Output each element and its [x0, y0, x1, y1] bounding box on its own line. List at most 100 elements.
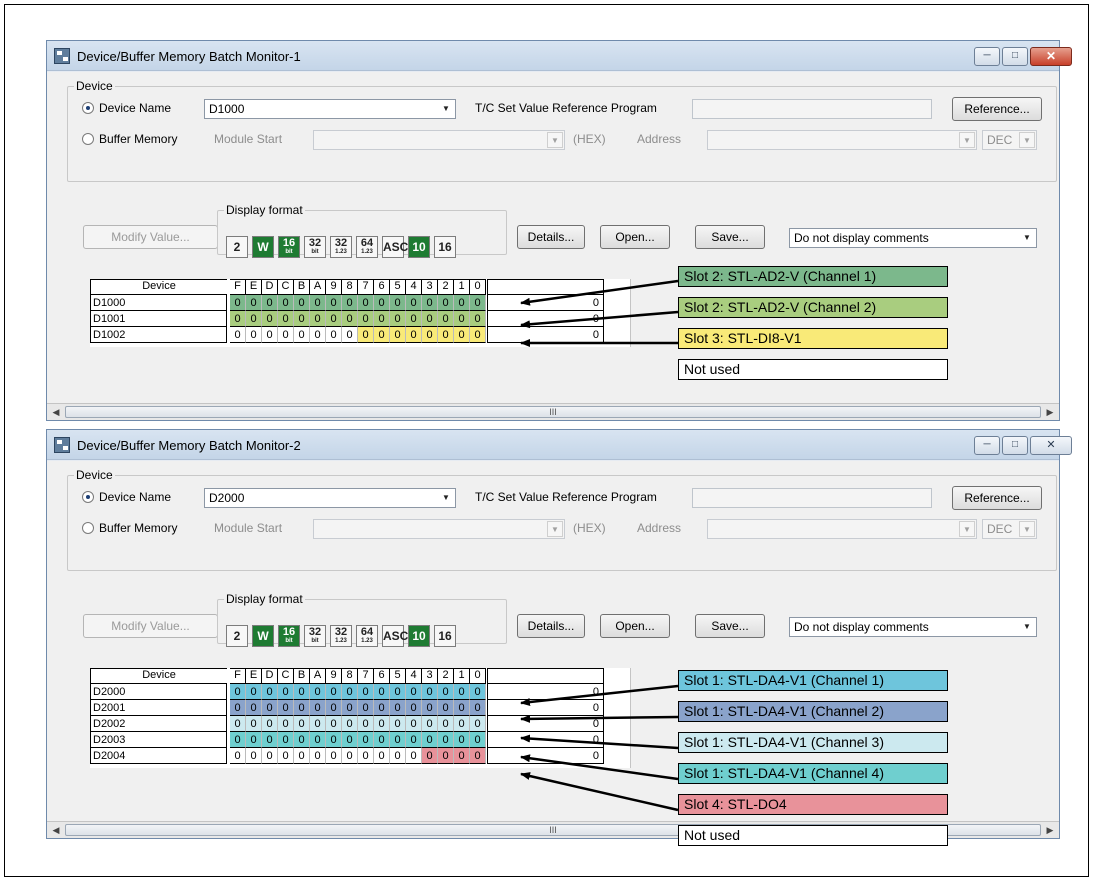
bit-cell[interactable]: 0 — [406, 716, 422, 732]
format-button[interactable]: 16 — [434, 625, 456, 647]
bit-cell[interactable]: 0 — [438, 295, 454, 311]
bit-cell[interactable]: 0 — [406, 327, 422, 343]
bit-cell[interactable]: 0 — [278, 327, 294, 343]
maximize-button[interactable]: □ — [1002, 47, 1028, 66]
format-button[interactable]: W — [252, 236, 274, 258]
bit-cell[interactable]: 0 — [358, 700, 374, 716]
bit-cell[interactable]: 0 — [374, 748, 390, 764]
bit-cell[interactable]: 0 — [422, 748, 438, 764]
bit-cell[interactable]: 0 — [406, 732, 422, 748]
format-button[interactable]: 10 — [408, 625, 430, 647]
bit-cell[interactable]: 0 — [294, 684, 310, 700]
bit-cell[interactable]: 0 — [438, 700, 454, 716]
chevron-down-icon[interactable]: ▼ — [1019, 230, 1035, 246]
chevron-down-icon[interactable]: ▼ — [1019, 521, 1035, 537]
bit-cell[interactable]: 0 — [454, 311, 470, 327]
bit-cell[interactable]: 0 — [294, 748, 310, 764]
bit-cell[interactable]: 0 — [374, 311, 390, 327]
bit-cell[interactable]: 0 — [278, 716, 294, 732]
format-button[interactable]: 64 1.23 — [356, 625, 378, 647]
bit-cell[interactable]: 0 — [230, 732, 246, 748]
chevron-down-icon[interactable]: ▼ — [959, 521, 975, 537]
bit-cell[interactable]: 0 — [406, 295, 422, 311]
bit-cell[interactable]: 0 — [246, 311, 262, 327]
comments-combo[interactable]: Do not display comments ▼ — [789, 617, 1037, 637]
bit-cell[interactable]: 0 — [278, 295, 294, 311]
close-button[interactable]: ✕ — [1030, 436, 1072, 455]
bit-cell[interactable]: 0 — [422, 700, 438, 716]
minimize-button[interactable]: ─ — [974, 436, 1000, 455]
bit-cell[interactable]: 0 — [278, 684, 294, 700]
bit-cell[interactable]: 0 — [422, 311, 438, 327]
bit-cell[interactable]: 0 — [326, 700, 342, 716]
bit-cell[interactable]: 0 — [374, 700, 390, 716]
chevron-down-icon[interactable]: ▼ — [959, 132, 975, 148]
bit-cell[interactable]: 0 — [390, 700, 406, 716]
bit-cell[interactable]: 0 — [438, 732, 454, 748]
bit-cell[interactable]: 0 — [246, 700, 262, 716]
bit-cell[interactable]: 0 — [358, 311, 374, 327]
bit-cell[interactable]: 0 — [342, 732, 358, 748]
bit-cell[interactable]: 0 — [326, 716, 342, 732]
table-row-value[interactable]: 0 — [487, 311, 604, 327]
bit-cell[interactable]: 0 — [310, 295, 326, 311]
address-combo[interactable]: ▼ — [707, 130, 977, 150]
module-start-combo[interactable]: ▼ — [313, 130, 565, 150]
bit-cell[interactable]: 0 — [262, 748, 278, 764]
bit-cell[interactable]: 0 — [422, 295, 438, 311]
buffer-memory-radio[interactable] — [82, 133, 94, 145]
bit-cell[interactable]: 0 — [406, 311, 422, 327]
device-name-radio[interactable] — [82, 102, 94, 114]
bit-cell[interactable]: 0 — [470, 732, 486, 748]
bit-cell[interactable]: 0 — [326, 732, 342, 748]
bit-cell[interactable]: 0 — [278, 732, 294, 748]
device-name-radio[interactable] — [82, 491, 94, 503]
table-row-value[interactable]: 0 — [487, 716, 604, 732]
bit-cell[interactable]: 0 — [262, 732, 278, 748]
bit-cell[interactable]: 0 — [454, 700, 470, 716]
format-button[interactable]: ASC — [382, 625, 408, 647]
bit-cell[interactable]: 0 — [390, 684, 406, 700]
open-button[interactable]: Open... — [600, 614, 670, 638]
bit-cell[interactable]: 0 — [246, 684, 262, 700]
bit-cell[interactable]: 0 — [262, 716, 278, 732]
bit-cell[interactable]: 0 — [230, 311, 246, 327]
bit-cell[interactable]: 0 — [406, 700, 422, 716]
table-row-value[interactable]: 0 — [487, 327, 604, 343]
bit-cell[interactable]: 0 — [326, 684, 342, 700]
bit-cell[interactable]: 0 — [230, 716, 246, 732]
device-name-combo[interactable]: D1000 ▼ — [204, 99, 456, 119]
bit-cell[interactable]: 0 — [470, 311, 486, 327]
bit-cell[interactable]: 0 — [278, 700, 294, 716]
table-row-value[interactable]: 0 — [487, 748, 604, 764]
details-button[interactable]: Details... — [517, 614, 585, 638]
bit-cell[interactable]: 0 — [230, 295, 246, 311]
bit-cell[interactable]: 0 — [294, 732, 310, 748]
bit-cell[interactable]: 0 — [310, 700, 326, 716]
buffer-memory-radio[interactable] — [82, 522, 94, 534]
bit-cell[interactable]: 0 — [342, 295, 358, 311]
maximize-button[interactable]: □ — [1002, 436, 1028, 455]
bit-cell[interactable]: 0 — [246, 748, 262, 764]
save-button[interactable]: Save... — [695, 225, 765, 249]
bit-cell[interactable]: 0 — [422, 716, 438, 732]
title-bar[interactable]: Device/Buffer Memory Batch Monitor-1 ─ □… — [47, 41, 1072, 71]
chevron-down-icon[interactable]: ▼ — [547, 521, 563, 537]
table-row-value[interactable]: 0 — [487, 295, 604, 311]
bit-cell[interactable]: 0 — [246, 327, 262, 343]
bit-cell[interactable]: 0 — [390, 327, 406, 343]
bit-cell[interactable]: 0 — [342, 684, 358, 700]
bit-cell[interactable]: 0 — [454, 684, 470, 700]
bit-cell[interactable]: 0 — [326, 327, 342, 343]
scroll-left-icon[interactable]: ◀ — [49, 824, 63, 836]
bit-cell[interactable]: 0 — [278, 748, 294, 764]
bit-cell[interactable]: 0 — [326, 295, 342, 311]
bit-cell[interactable]: 0 — [470, 327, 486, 343]
bit-cell[interactable]: 0 — [326, 748, 342, 764]
scroll-thumb[interactable]: III — [65, 406, 1041, 418]
bit-cell[interactable]: 0 — [422, 684, 438, 700]
grid-vertical-scrollbar[interactable] — [630, 279, 647, 347]
format-button[interactable]: 32 1.23 — [330, 625, 352, 647]
bit-cell[interactable]: 0 — [438, 748, 454, 764]
bit-cell[interactable]: 0 — [470, 700, 486, 716]
